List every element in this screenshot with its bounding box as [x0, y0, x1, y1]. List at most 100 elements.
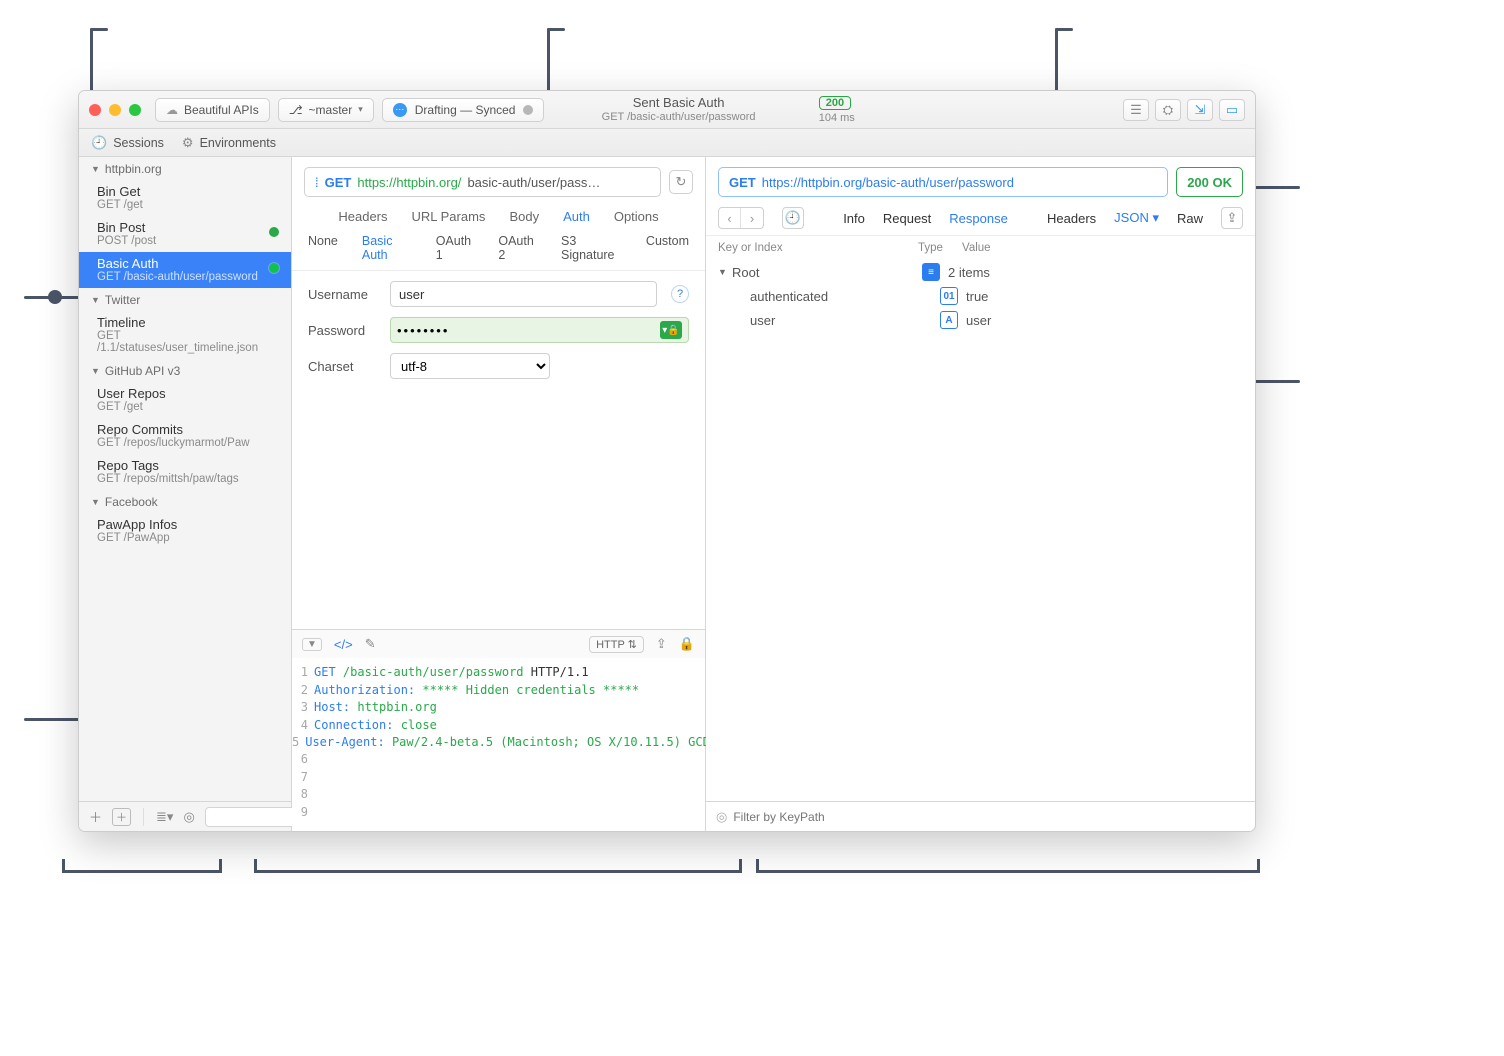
- format-dropdown[interactable]: JSON ▾: [1114, 210, 1159, 226]
- item-sub: GET /basic-auth/user/password: [97, 271, 281, 283]
- sort-button[interactable]: ≣▾: [156, 809, 173, 825]
- url-field[interactable]: ⁞ GET https://httpbin.org/basic-auth/use…: [304, 167, 661, 197]
- send-button[interactable]: ↻: [669, 170, 693, 194]
- method-handle-icon[interactable]: ⁞: [315, 175, 319, 190]
- tab-url-params[interactable]: URL Params: [412, 209, 486, 224]
- sync-dot-icon: [523, 105, 533, 115]
- edit-icon[interactable]: ✎: [365, 636, 376, 652]
- sessions-tab[interactable]: 🕘 Sessions: [91, 135, 164, 151]
- sidebar-group[interactable]: ▼Twitter: [79, 288, 291, 311]
- raw-line: 2Authorization: ***** Hidden credentials…: [292, 682, 705, 699]
- chevron-down-icon: ▼: [91, 164, 100, 174]
- response-time: 104 ms: [819, 112, 855, 124]
- back-button[interactable]: ‹: [719, 208, 741, 228]
- hdr-type: Type: [918, 242, 962, 254]
- password-input[interactable]: [397, 323, 660, 338]
- tree-row[interactable]: userAuser: [718, 308, 1243, 332]
- tab-options[interactable]: Options: [614, 209, 659, 224]
- raw-line: 8: [292, 786, 705, 803]
- item-sub: POST /post: [97, 235, 281, 247]
- raw-line: 1GET /basic-auth/user/password HTTP/1.1: [292, 664, 705, 681]
- charset-select[interactable]: utf-8: [390, 353, 550, 379]
- sessions-label: Sessions: [113, 136, 164, 150]
- method-label: GET: [325, 175, 352, 190]
- lock-icon[interactable]: ▾🔒: [660, 321, 682, 339]
- hdr-key: Key or Index: [718, 242, 918, 254]
- status-dot-icon: [269, 227, 279, 237]
- sidebar: ▼httpbin.orgBin GetGET /getBin PostPOST …: [79, 157, 292, 831]
- branch-icon: ⎇: [289, 103, 303, 117]
- sidebar-item[interactable]: Basic AuthGET /basic-auth/user/password: [79, 252, 291, 288]
- item-name: Bin Post: [97, 220, 281, 235]
- collapse-button[interactable]: ▼: [302, 638, 322, 651]
- environments-tab[interactable]: ⚙ Environments: [182, 135, 276, 151]
- sidebar-group[interactable]: ▼httpbin.org: [79, 157, 291, 180]
- toolbar-export-button[interactable]: ⇲: [1187, 99, 1213, 121]
- subtab-oauth-2[interactable]: OAuth 2: [498, 234, 537, 262]
- target-icon: ◎: [716, 809, 727, 825]
- item-name: Bin Get: [97, 184, 281, 199]
- username-input[interactable]: [390, 281, 657, 307]
- item-sub: GET /get: [97, 401, 281, 413]
- sidebar-group[interactable]: ▼Facebook: [79, 490, 291, 513]
- sidebar-item[interactable]: Bin GetGET /get: [79, 180, 291, 216]
- branch-name: ~master: [309, 103, 353, 117]
- sidebar-item[interactable]: User ReposGET /get: [79, 382, 291, 418]
- share-icon[interactable]: ⇪: [656, 636, 667, 652]
- subtab-basic-auth[interactable]: Basic Auth: [362, 234, 412, 262]
- item-sub: GET /repos/luckymarmot/Paw: [97, 437, 281, 449]
- response-status: 200 OK: [1176, 167, 1243, 197]
- sidebar-item[interactable]: PawApp InfosGET /PawApp: [79, 513, 291, 549]
- sidebar-item[interactable]: Repo CommitsGET /repos/luckymarmot/Paw: [79, 418, 291, 454]
- tree-row[interactable]: ▼Root≡2 items: [718, 260, 1243, 284]
- response-tabs: ‹ › 🕘 Info Request Response Headers JSON…: [706, 201, 1255, 236]
- keypath-filter-input[interactable]: [733, 810, 1245, 824]
- tab-headers[interactable]: Headers: [1047, 211, 1096, 226]
- help-icon[interactable]: ?: [671, 285, 689, 303]
- toolbar-panels-button[interactable]: ▭: [1219, 99, 1245, 121]
- toolbar-cloud-button[interactable]: ⛭: [1155, 99, 1181, 121]
- subtab-s3-signature[interactable]: S3 Signature: [561, 234, 622, 262]
- raw-line: 7: [292, 769, 705, 786]
- subtab-none[interactable]: None: [308, 234, 338, 262]
- url-host: https://httpbin.org/: [357, 175, 461, 190]
- code-icon[interactable]: </>: [334, 637, 353, 652]
- tab-headers[interactable]: Headers: [338, 209, 387, 224]
- close-icon[interactable]: [89, 104, 101, 116]
- sidebar-item[interactable]: Repo TagsGET /repos/mittsh/paw/tags: [79, 454, 291, 490]
- tab-auth[interactable]: Auth: [563, 209, 590, 224]
- response-share-icon[interactable]: ⇪: [1221, 207, 1243, 229]
- tree-row[interactable]: authenticated01true: [718, 284, 1243, 308]
- response-url: https://httpbin.org/basic-auth/user/pass…: [762, 175, 1014, 190]
- add-folder-button[interactable]: ＋: [112, 808, 131, 826]
- document-pill[interactable]: ☁ Beautiful APIs: [155, 98, 270, 122]
- subtab-custom[interactable]: Custom: [646, 234, 689, 262]
- sidebar-item[interactable]: TimelineGET /1.1/statuses/user_timeline.…: [79, 311, 291, 359]
- username-label: Username: [308, 287, 376, 302]
- sidebar-item[interactable]: Bin PostPOST /post: [79, 216, 291, 252]
- sync-status-pill[interactable]: ⋯ Drafting — Synced: [382, 98, 545, 122]
- tree-header: Key or Index Type Value: [706, 236, 1255, 260]
- auth-subtabs: None Basic Auth OAuth 1 OAuth 2 S3 Signature…: [292, 230, 705, 271]
- raw-line: 9: [292, 804, 705, 821]
- add-button[interactable]: ＋: [89, 807, 102, 826]
- tab-response[interactable]: Response: [949, 211, 1008, 226]
- lock-small-icon[interactable]: 🔒: [679, 636, 695, 652]
- raw-format-select[interactable]: HTTP ⇅: [589, 636, 644, 653]
- tab-info[interactable]: Info: [843, 211, 865, 226]
- sync-icon: ⋯: [393, 103, 407, 117]
- branch-pill[interactable]: ⎇ ~master ▾: [278, 98, 374, 122]
- tab-request[interactable]: Request: [883, 211, 931, 226]
- sidebar-group[interactable]: ▼GitHub API v3: [79, 359, 291, 382]
- toolbar-list-button[interactable]: ☰: [1123, 99, 1149, 121]
- history-icon[interactable]: 🕘: [782, 207, 804, 229]
- tab-body[interactable]: Body: [509, 209, 539, 224]
- zoom-icon[interactable]: [129, 104, 141, 116]
- minimize-icon[interactable]: [109, 104, 121, 116]
- item-sub: GET /get: [97, 199, 281, 211]
- forward-button[interactable]: ›: [741, 208, 763, 228]
- response-method: GET: [729, 175, 756, 190]
- tab-raw[interactable]: Raw: [1177, 211, 1203, 226]
- subtab-oauth-1[interactable]: OAuth 1: [436, 234, 475, 262]
- chevron-down-icon: ▾: [358, 104, 363, 115]
